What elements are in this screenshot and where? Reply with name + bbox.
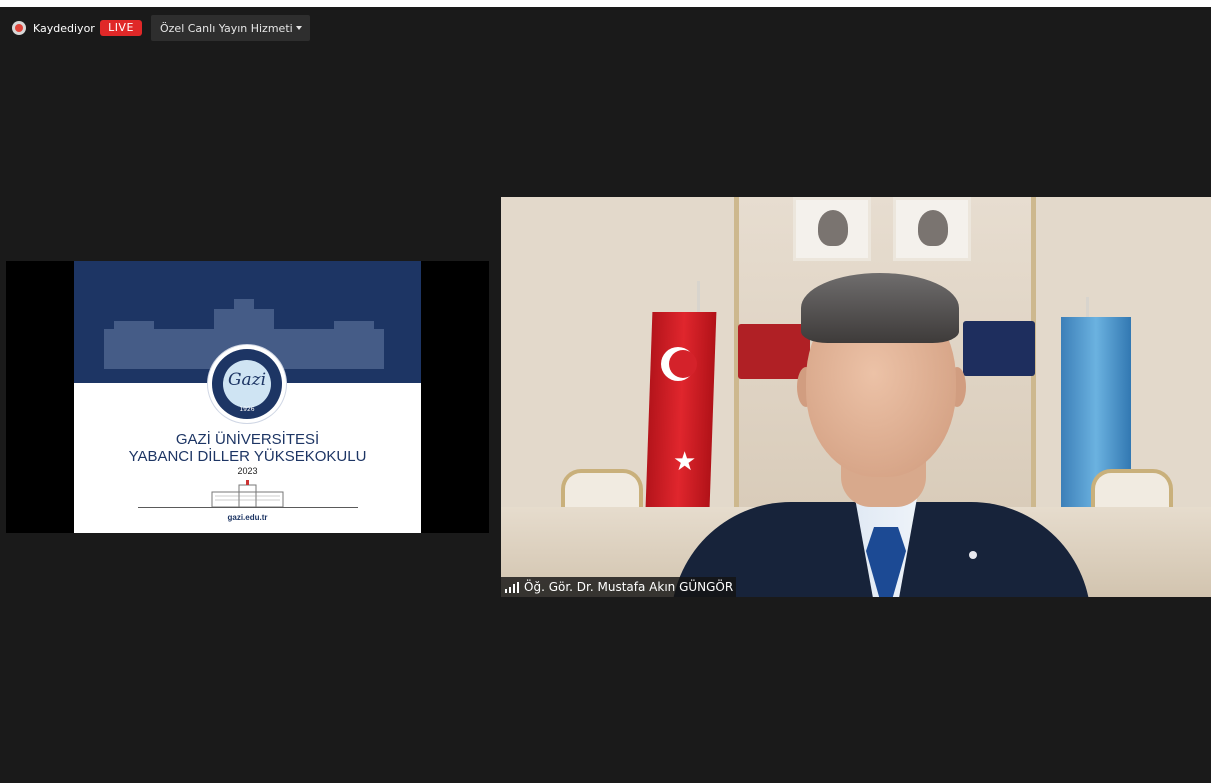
participant-video-tile[interactable]: ★ [501, 197, 1211, 597]
meeting-stage: Kaydediyor LIVE Özel Canlı Yayın Hizmeti… [0, 7, 1211, 783]
slide-title-line2: YABANCI DİLLER YÜKSEKOKULU [128, 448, 367, 465]
building-line-drawing [211, 480, 284, 508]
seal-year: 1926 [239, 406, 255, 413]
presentation-slide: Gazi 1926 GAZİ ÜNİVERSİTESİ YABANCI DİLL… [74, 261, 421, 533]
participant-person [501, 197, 1211, 597]
slide-year: 2023 [237, 466, 258, 476]
hair [801, 273, 959, 343]
live-service-label: Özel Canlı Yayın Hizmeti [160, 21, 293, 35]
live-badge: LIVE [100, 20, 142, 36]
participant-name: Öğ. Gör. Dr. Mustafa Akın GÜNGÖR [524, 580, 734, 594]
slide-divider [138, 507, 358, 508]
slide-title-line1: GAZİ ÜNİVERSİTESİ [175, 431, 320, 448]
record-icon [12, 21, 26, 35]
live-service-dropdown[interactable]: Özel Canlı Yayın Hizmeti [151, 15, 310, 41]
recording-label: Kaydediyor [33, 21, 95, 35]
lapel-pin [969, 551, 977, 559]
slide-footer-url: gazi.edu.tr [227, 513, 268, 522]
shared-screen[interactable]: Gazi 1926 GAZİ ÜNİVERSİTESİ YABANCI DİLL… [6, 261, 489, 533]
slide-title: GAZİ ÜNİVERSİTESİ YABANCI DİLLER YÜKSEKO… [74, 431, 421, 465]
caret-down-icon [296, 26, 302, 30]
recording-indicator[interactable]: Kaydediyor [12, 19, 95, 37]
signal-strength-icon [505, 581, 519, 593]
window-top-border [0, 0, 1211, 7]
participant-name-tag: Öğ. Gör. Dr. Mustafa Akın GÜNGÖR [501, 577, 736, 597]
university-seal-logo: Gazi 1926 [208, 345, 286, 423]
